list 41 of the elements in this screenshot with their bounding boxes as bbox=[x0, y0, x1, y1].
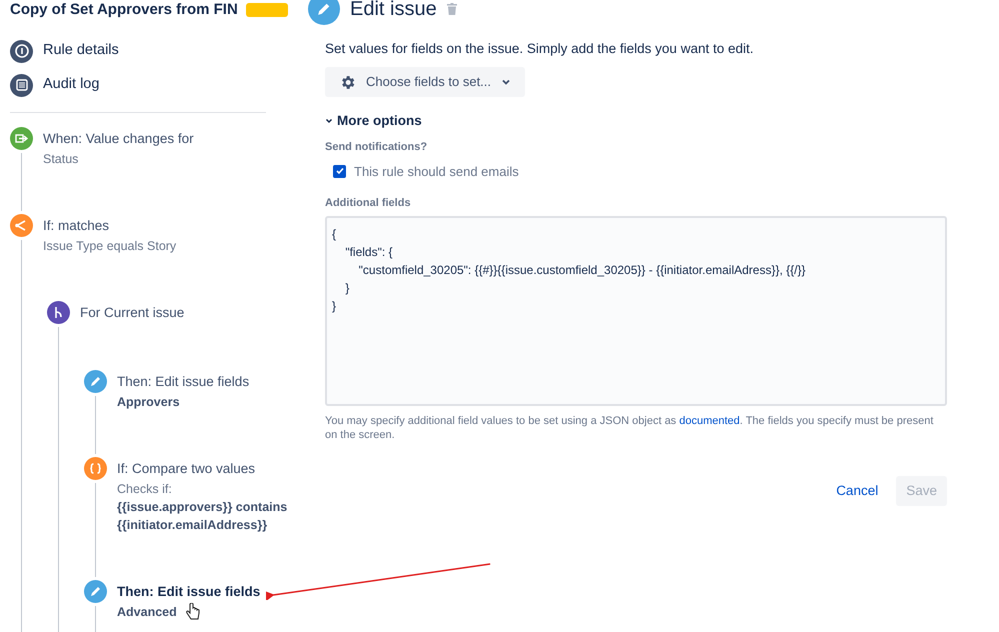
list-icon bbox=[10, 74, 33, 96]
step-title[interactable]: Then: Edit issue fields bbox=[117, 370, 250, 393]
step-title[interactable]: For Current issue bbox=[80, 301, 184, 324]
checkmark-icon bbox=[334, 166, 344, 176]
step-title[interactable]: Then: Edit issue fields bbox=[117, 580, 260, 603]
braces-icon bbox=[84, 457, 107, 480]
checkbox-label: This rule should send emails bbox=[354, 162, 519, 180]
step-detail: Checks if: bbox=[117, 481, 172, 498]
split-icon bbox=[10, 214, 33, 237]
branch-icon bbox=[47, 301, 70, 324]
pencil-icon bbox=[308, 0, 340, 25]
field-label: Send notifications? bbox=[325, 140, 428, 155]
editor-title: Edit issue bbox=[350, 0, 437, 22]
sidebar-link[interactable]: Audit log bbox=[10, 68, 290, 102]
sidebar-link[interactable]: Rule details bbox=[10, 34, 290, 68]
json-input-field[interactable]: { "fields": { "customfield_30205": {{#}}{{issue.customfield_30205}} - {{initiator.emailAdress}}, {{/}} } } bbox=[325, 216, 947, 406]
caret-icon bbox=[325, 116, 333, 125]
step-detail: Issue Type equals Story bbox=[43, 238, 176, 255]
info-icon bbox=[10, 40, 33, 62]
pencil-icon bbox=[84, 370, 107, 393]
step-detail: Status bbox=[43, 151, 78, 168]
checkbox[interactable] bbox=[333, 164, 346, 178]
description-text: Set values for fields on the issue. Simply add the fields you want to edit. bbox=[325, 40, 754, 58]
fields-dropdown[interactable]: Choose fields to set... bbox=[325, 67, 526, 97]
trigger-icon bbox=[10, 127, 33, 150]
help-text: You may specify additional field values to be set using a JSON object as documented. The fields you specify must be present on the screen. bbox=[325, 414, 934, 442]
step-detail: Approvers bbox=[117, 394, 180, 411]
status-badge bbox=[246, 3, 288, 17]
rule-title: Copy of Set Approvers from FIN bbox=[10, 0, 238, 20]
more-options-toggle[interactable]: More options bbox=[325, 110, 422, 131]
documented-link[interactable]: documented bbox=[679, 414, 740, 426]
step-detail: {{issue.approvers}} contains {{initiator.emailAddress}} bbox=[117, 499, 288, 534]
cancel-link[interactable]: Cancel bbox=[826, 476, 888, 506]
step-title[interactable]: When: Value changes for bbox=[43, 127, 194, 150]
step-detail: Advanced bbox=[117, 604, 177, 621]
pencil-icon bbox=[84, 580, 107, 603]
hand-cursor-icon bbox=[186, 603, 200, 621]
step-title[interactable]: If: matches bbox=[43, 214, 176, 237]
field-label: Additional fields bbox=[325, 196, 412, 211]
chevron-down-icon bbox=[501, 77, 512, 87]
step-title[interactable]: If: Compare two values bbox=[117, 457, 290, 480]
